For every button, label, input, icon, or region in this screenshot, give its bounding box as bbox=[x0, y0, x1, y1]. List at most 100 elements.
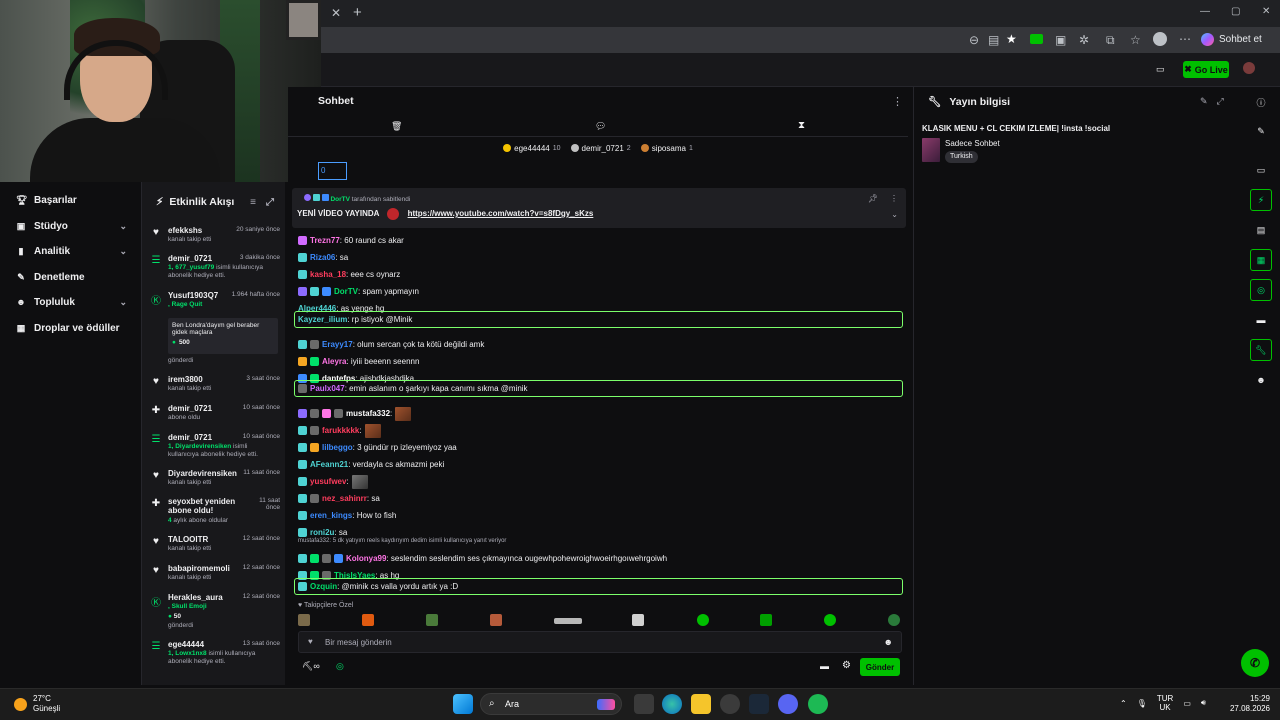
favorites-icon[interactable]: ☆ bbox=[1130, 33, 1141, 47]
nav-item-studio[interactable]: ▣ Stüdyo ⌄ bbox=[0, 214, 141, 238]
kick-extension-icon[interactable] bbox=[1030, 34, 1043, 44]
send-button[interactable]: Gönder bbox=[860, 658, 900, 676]
nav-item-analytics[interactable]: ▮ Analitik ⌄ bbox=[0, 239, 141, 263]
chat-username[interactable]: AFeann21 bbox=[310, 460, 348, 469]
obs-icon[interactable] bbox=[720, 694, 740, 714]
chat-username[interactable]: lilbeggo bbox=[322, 443, 353, 452]
chat-username[interactable]: Kayzer_ilium bbox=[298, 315, 347, 324]
emote-button[interactable] bbox=[426, 614, 438, 626]
activity-username[interactable]: irem3800 bbox=[168, 375, 203, 384]
chat-username[interactable]: mustafa332 bbox=[346, 409, 390, 418]
more-icon[interactable]: ⋯ bbox=[1179, 32, 1191, 46]
chat-username[interactable]: Riza06 bbox=[310, 253, 335, 262]
document-icon[interactable]: ▤ bbox=[1250, 219, 1272, 241]
info-icon[interactable]: ⓘ bbox=[1250, 91, 1272, 113]
activity-username[interactable]: seyoxbet yeniden abone oldu! bbox=[168, 497, 238, 515]
chat-username[interactable]: kasha_18 bbox=[310, 270, 346, 279]
kicks-icon[interactable]: ◎ bbox=[336, 661, 344, 672]
taskbar-search[interactable]: ⌕ Ara bbox=[480, 693, 622, 715]
split-screen-icon[interactable]: ⧉ bbox=[1106, 33, 1115, 48]
chat-username[interactable]: nez_sahinrr bbox=[322, 494, 367, 503]
category-name[interactable]: Sadece Sohbet bbox=[945, 139, 1000, 148]
target-icon[interactable]: ◎ bbox=[1250, 279, 1272, 301]
emote-button[interactable] bbox=[697, 614, 709, 626]
steam-icon[interactable] bbox=[749, 694, 769, 714]
taskbar-clock[interactable]: 15:29 27.08.2026 bbox=[1222, 694, 1270, 714]
task-view-icon[interactable] bbox=[634, 694, 654, 714]
chat-username[interactable]: Paulx047 bbox=[310, 384, 345, 393]
go-live-button[interactable]: ✖ Go Live bbox=[1183, 61, 1229, 78]
chat-settings-bubble-icon[interactable]: ▬ bbox=[820, 661, 829, 671]
pin-icon[interactable]: 📌︎ bbox=[868, 194, 878, 203]
monitor-icon[interactable]: ▭ bbox=[1183, 699, 1191, 708]
emote-button[interactable] bbox=[298, 614, 310, 626]
hourglass-icon[interactable]: ⧗ bbox=[798, 120, 805, 131]
window-close-icon[interactable]: ✕ bbox=[1262, 6, 1270, 17]
activity-username[interactable]: Yusuf1903Q7 bbox=[168, 291, 218, 300]
microphone-icon[interactable]: 🎙︎ bbox=[1137, 699, 1147, 708]
chat-username[interactable]: farukkkkk bbox=[322, 426, 359, 435]
maximize-icon[interactable]: ▢ bbox=[1231, 6, 1240, 17]
emoji-icon[interactable]: ☻ bbox=[884, 637, 893, 647]
chat-username[interactable]: Kolonya99 bbox=[346, 554, 386, 563]
language-indicator[interactable]: TUR UK bbox=[1157, 694, 1173, 712]
chevron-down-icon[interactable]: ⌄ bbox=[891, 210, 898, 219]
activity-lightning-icon[interactable]: ⚡︎ bbox=[1250, 189, 1272, 211]
chat-username[interactable]: Erayy17 bbox=[322, 340, 353, 349]
gear-icon[interactable]: ⚙︎ bbox=[842, 660, 851, 671]
filter-icon[interactable]: ≡ bbox=[250, 197, 256, 208]
chat-message-input[interactable]: ♥ Bir mesaj gönderin ☻ bbox=[298, 631, 902, 653]
bookmark-star-icon[interactable]: ★ bbox=[1006, 32, 1017, 46]
chat-username[interactable]: yusufwev bbox=[310, 477, 346, 486]
chat-username[interactable]: Ozquin bbox=[310, 582, 337, 591]
popout-icon[interactable]: ⤢ bbox=[266, 197, 274, 208]
nav-item-moderation[interactable]: ✎ Denetleme bbox=[0, 265, 141, 289]
edge-icon[interactable] bbox=[662, 694, 682, 714]
chat-bubble-icon[interactable]: 💬︎ bbox=[595, 121, 606, 132]
activity-username[interactable]: TALOOITR bbox=[168, 535, 208, 544]
users-icon[interactable]: ☻ bbox=[1250, 369, 1272, 391]
chat-support-icon[interactable]: ✆ bbox=[1241, 649, 1269, 677]
spotify-icon[interactable] bbox=[808, 694, 828, 714]
reader-icon[interactable]: ▤ bbox=[988, 33, 999, 47]
chat-username[interactable]: eren_kings bbox=[310, 511, 352, 520]
chat-filter-input[interactable]: 0 bbox=[318, 162, 347, 180]
nav-item-community[interactable]: ☻ Topluluk ⌄ bbox=[0, 290, 141, 314]
pickaxe-icon[interactable]: ⛏︎∞ bbox=[302, 661, 320, 672]
weather-widget[interactable]: 27°C Güneşli bbox=[14, 694, 60, 714]
windows-start-icon[interactable] bbox=[453, 694, 473, 714]
discord-icon[interactable] bbox=[778, 694, 798, 714]
leaderboard-entry[interactable]: siposama 1 bbox=[640, 144, 693, 153]
emote-button[interactable] bbox=[888, 614, 900, 626]
minimize-icon[interactable]: — bbox=[1200, 6, 1210, 17]
chevron-up-icon[interactable]: ⌃ bbox=[1120, 699, 1127, 708]
chat-icon[interactable]: ▦ bbox=[1250, 249, 1272, 271]
activity-username[interactable]: babapiromemoli bbox=[168, 564, 230, 573]
puzzle-icon[interactable]: ✲ bbox=[1079, 33, 1089, 47]
chat-username[interactable]: Trezn77 bbox=[310, 236, 340, 245]
activity-username[interactable]: Diyardevirensiken bbox=[168, 469, 237, 478]
tab-close-icon[interactable]: ✕ bbox=[331, 6, 341, 20]
nav-item-achievements[interactable]: 🏆︎ Başarılar bbox=[0, 188, 141, 212]
card-icon[interactable]: ▬ bbox=[1250, 309, 1272, 331]
activity-username[interactable]: demir_0721 bbox=[168, 254, 212, 263]
chat-username[interactable]: DorTV bbox=[334, 287, 358, 296]
edit-icon[interactable]: ✎ bbox=[1200, 96, 1208, 107]
new-tab-icon[interactable]: + bbox=[353, 4, 362, 21]
theater-mode-icon[interactable]: ▭ bbox=[1156, 64, 1165, 75]
activity-username[interactable]: efekkshs bbox=[168, 226, 202, 235]
activity-username[interactable]: Herakles_aura bbox=[168, 593, 223, 602]
emote-button[interactable] bbox=[760, 614, 772, 626]
leaderboard-entry[interactable]: demir_0721 2 bbox=[570, 144, 631, 153]
emote-button[interactable] bbox=[490, 614, 502, 626]
copilot-chat-button[interactable]: Sohbet et bbox=[1201, 33, 1262, 46]
activity-username[interactable]: demir_0721 bbox=[168, 404, 212, 413]
profile-avatar[interactable] bbox=[1153, 32, 1167, 46]
activity-username[interactable]: demir_0721 bbox=[168, 433, 212, 442]
nav-item-drops[interactable]: ▦ Droplar ve ödüller bbox=[0, 316, 141, 340]
chat-username[interactable]: roni2u bbox=[310, 528, 334, 537]
volume-icon[interactable]: 🔊︎ bbox=[1201, 698, 1206, 708]
popout-icon[interactable]: ⤢ bbox=[1217, 96, 1224, 107]
activity-username[interactable]: ege44444 bbox=[168, 640, 204, 649]
video-icon[interactable]: ▭ bbox=[1250, 159, 1272, 181]
